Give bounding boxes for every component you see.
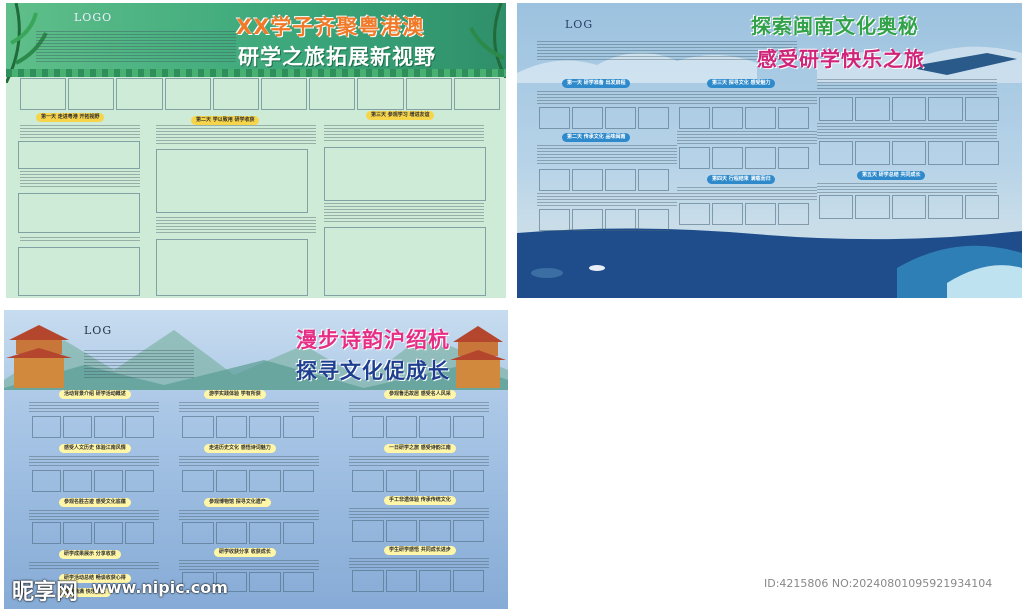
page-subtitle: 探寻文化促成长	[296, 359, 450, 383]
photo-frame	[18, 193, 140, 233]
section-title-3: 第三天 参观学习 增进友谊	[366, 111, 435, 120]
section-title-9: 参观鲁迅故居 感受名人风采	[384, 390, 456, 399]
page-subtitle: 研学之旅拓展新视野	[238, 45, 436, 69]
column-1-text-2	[537, 145, 677, 165]
page-title: 探索闽南文化奥秘	[751, 14, 919, 38]
column-3-text-4	[349, 558, 489, 568]
logo: LOG	[84, 324, 113, 337]
column-3-text-2	[349, 456, 489, 468]
section-title-1: 活动背景介绍 研学活动概述	[59, 390, 131, 399]
photo-row	[182, 522, 314, 544]
board-panel-1: LOGO XX学子齐聚粤港澳 研学之旅拓展新视野 第一天 走进粤港 开拓视野 第…	[6, 3, 506, 298]
page-title: XX学子齐聚粤港澳	[236, 15, 425, 39]
photo-row	[539, 209, 669, 231]
section-title-4: 第四天 行程结束 满载而归	[707, 175, 776, 184]
column-3-text	[817, 79, 997, 95]
section-title-4: 研学成果展示 分享收获	[59, 550, 121, 559]
photo-row	[679, 107, 809, 129]
watermark-brand: 昵享网	[12, 580, 79, 605]
page-subtitle: 感受研学快乐之旅	[757, 47, 925, 71]
column-1-text-2	[20, 171, 140, 189]
board-panel-3: LOG 漫步诗韵沪绍杭 探寻文化促成长 活动背景介绍 研学活动概述 感受人文历史…	[4, 310, 508, 609]
column-1-text	[29, 402, 159, 414]
pavilion-right	[450, 326, 506, 388]
photo-frame	[156, 149, 308, 213]
watermark-id: ID:4215806 NO:20240801095921934104	[764, 577, 993, 590]
photo-row	[539, 107, 669, 129]
column-3-text-2	[324, 203, 484, 223]
photo-frame	[324, 147, 486, 201]
photo-frame	[18, 141, 140, 169]
sea-background	[517, 228, 1022, 298]
section-title-1: 第一天 研学准备 出发启程	[562, 79, 631, 88]
intro-text	[36, 31, 236, 63]
photo-row	[819, 195, 1000, 219]
photo-row	[352, 416, 484, 438]
section-title-6: 走进历史文化 感悟诗词魅力	[204, 444, 276, 453]
section-title-10: 一日研学之旅 感受诗韵江南	[384, 444, 456, 453]
column-1-text-3	[29, 510, 159, 520]
photo-row	[679, 203, 809, 225]
column-2-text-4	[179, 560, 319, 570]
photo-row	[539, 169, 669, 191]
column-3-text	[349, 402, 489, 414]
watermark-url: www.nipic.com	[92, 578, 228, 597]
photo-row	[352, 470, 484, 492]
photo-strip	[20, 78, 501, 110]
section-title-1: 第一天 走进粤港 开拓视野	[36, 113, 105, 122]
page-title: 漫步诗韵沪绍杭	[296, 328, 450, 352]
photo-frame	[156, 239, 308, 296]
column-3-text	[324, 125, 484, 143]
section-title-7: 参观博物馆 探寻文化遗产	[204, 498, 271, 507]
photo-row	[819, 97, 1000, 121]
column-2-text-2	[179, 456, 319, 468]
section-title-2: 第二天 传承文化 品味闽南	[562, 133, 631, 142]
column-2-text-3	[677, 187, 817, 201]
photo-frame	[324, 227, 486, 296]
section-title-12: 学生研学感悟 共同成长进步	[384, 546, 456, 555]
section-title-3: 第三天 探寻文化 感受魅力	[707, 79, 776, 88]
column-1-text-3	[20, 237, 140, 243]
section-title-5: 游学实践体验 学有所获	[204, 390, 266, 399]
photo-row	[32, 416, 154, 438]
photo-frame	[18, 247, 140, 296]
photo-row	[182, 470, 314, 492]
photo-row	[679, 147, 809, 169]
photo-row	[32, 522, 154, 544]
column-2-text	[677, 91, 817, 105]
photo-row	[182, 416, 314, 438]
column-2-text-2	[677, 131, 817, 145]
column-2-text	[156, 125, 316, 145]
column-2-text-3	[179, 510, 319, 520]
section-title-8: 研学收获分享 收获成长	[214, 548, 276, 557]
column-1-text-2	[29, 456, 159, 468]
logo: LOGO	[74, 11, 113, 24]
column-3-text-3	[817, 183, 997, 193]
section-title-2: 第二天 学以致用 研学收获	[191, 116, 260, 125]
photo-row	[819, 141, 1000, 165]
intro-text	[84, 350, 194, 380]
section-title-11: 手工非遗体验 传承传统文化	[384, 496, 456, 505]
photo-row	[352, 570, 484, 592]
photo-row	[32, 470, 154, 492]
section-title-5: 第五天 研学总结 共同成长	[857, 171, 926, 180]
column-3-text-3	[349, 508, 489, 518]
board-panel-2: LOG 探索闽南文化奥秘 感受研学快乐之旅 第一天 研学准备 出发启程 第二天 …	[517, 3, 1022, 298]
column-1-text	[20, 125, 140, 139]
column-1-text-3	[537, 193, 677, 207]
section-title-3: 参观名胜古迹 感受文化底蕴	[59, 498, 131, 507]
column-2-text-2	[156, 217, 316, 235]
column-1-text-4	[29, 562, 159, 570]
pavilion-left	[6, 325, 72, 388]
photo-row	[352, 520, 484, 542]
column-3-text-2	[817, 123, 997, 139]
section-title-2: 感受人文历史 体验江南风情	[59, 444, 131, 453]
logo: LOG	[565, 18, 594, 31]
column-1-text	[537, 91, 677, 105]
leaf-decoration-right	[469, 3, 506, 78]
column-2-text	[179, 402, 319, 414]
